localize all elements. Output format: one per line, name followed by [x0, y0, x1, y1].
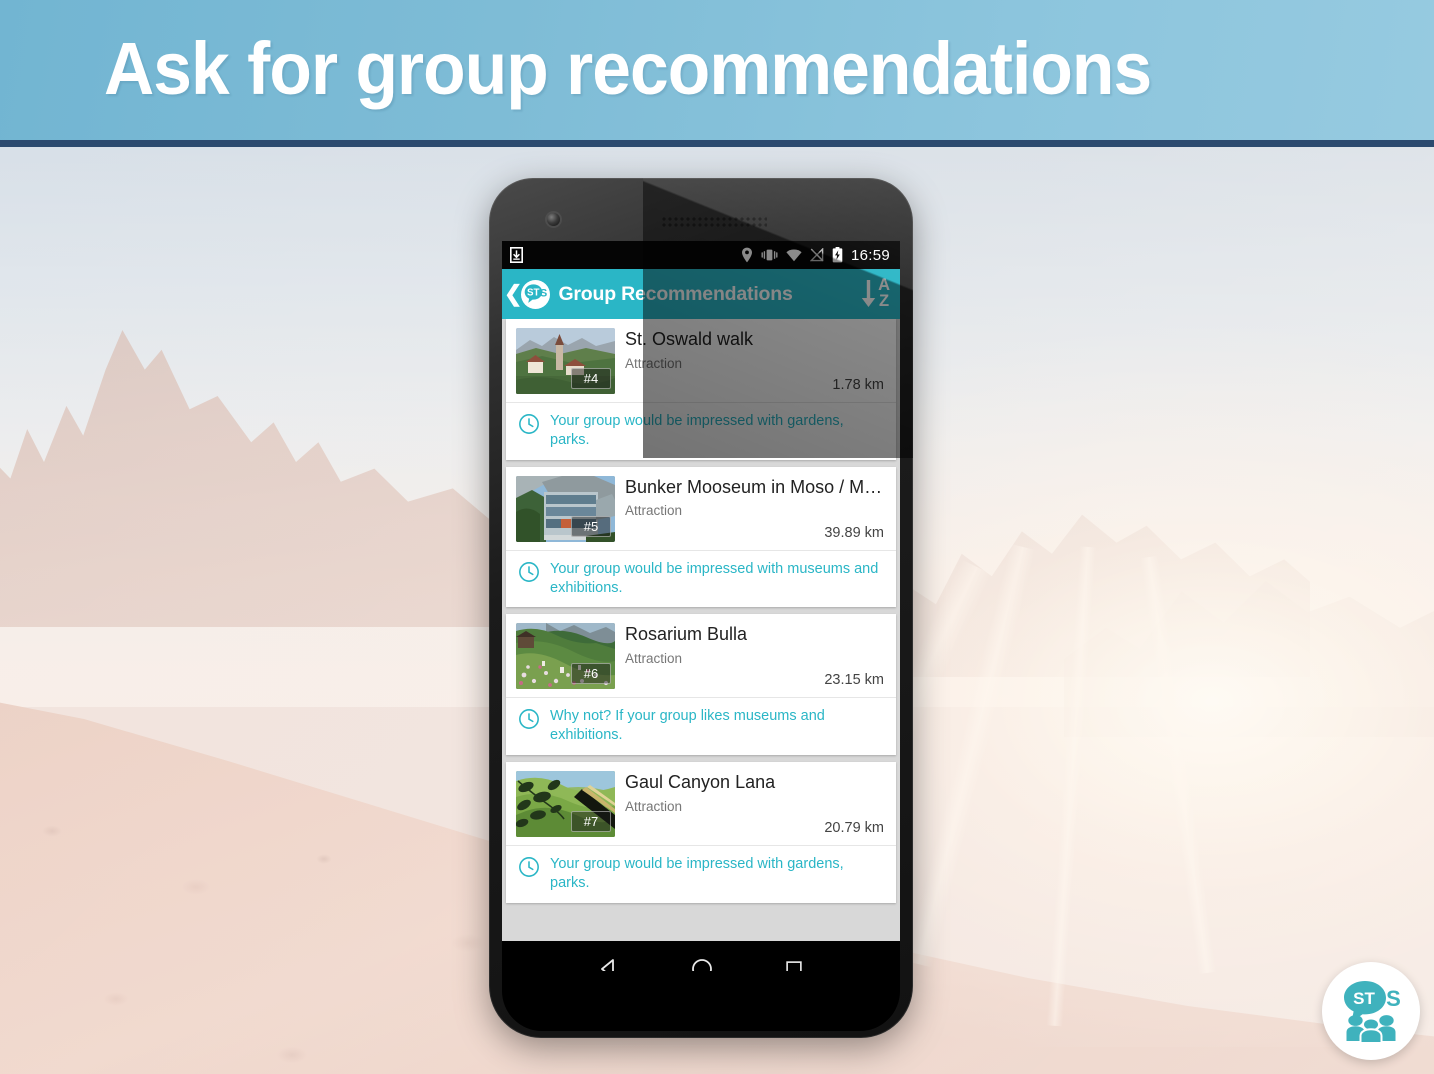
place-name: Bunker Mooseum in Moso / Mo… [625, 476, 886, 497]
sort-letters: A Z [878, 277, 890, 310]
page-title: Group Recommendations [558, 282, 793, 305]
rank-badge: #7 [571, 811, 611, 833]
list-item-main[interactable]: #4 St. Oswald walk Attraction 1.78 km [506, 319, 896, 402]
note-text: Your group would be impressed with garde… [550, 856, 844, 891]
sts-watermark-logo: ST S [1322, 962, 1420, 1060]
recents-square-icon[interactable] [783, 958, 805, 971]
banner-title: Ask for group recommendations [104, 27, 1152, 110]
note-text: Why not? If your group likes museums and… [550, 708, 825, 744]
list-item-main[interactable]: #6 Rosarium Bulla Attraction 23.15 km [506, 614, 896, 697]
svg-text:ST: ST [1353, 989, 1375, 1008]
green-forest-canopy-photo: #7 [516, 771, 615, 838]
battery-charging-icon [832, 247, 843, 263]
list-item-text: St. Oswald walk Attraction 1.78 km [615, 328, 886, 394]
status-bar-system-icons: 16:59 [741, 247, 890, 264]
signal-off-icon [809, 247, 824, 262]
back-button[interactable]: ❮ [504, 283, 522, 305]
earpiece-speaker [661, 216, 767, 228]
vibrate-icon [761, 248, 778, 262]
recommendation-note: Your group would be impressed with garde… [506, 402, 896, 460]
android-status-bar: 16:59 [502, 241, 900, 269]
note-text: Your group would be impressed with garde… [550, 413, 844, 448]
place-distance: 1.78 km [832, 377, 884, 393]
place-category: Attraction [625, 503, 683, 519]
banner-divider [0, 140, 1434, 147]
village-church-mountains-photo: #4 [516, 328, 615, 394]
phone-bottom-bezel [502, 971, 900, 1031]
place-category: Attraction [625, 798, 683, 814]
list-item[interactable]: #5 Bunker Mooseum in Moso / Mo… Attracti… [506, 466, 896, 608]
wifi-icon [786, 249, 802, 262]
rank-badge: #4 [571, 368, 611, 389]
recommendation-note: Your group would be impressed with garde… [506, 845, 896, 903]
front-camera-icon [547, 213, 560, 226]
app-bar: ❮ ST S Group Recommendations A Z [502, 269, 900, 319]
place-category: Attraction [625, 651, 683, 667]
clock-icon [518, 561, 540, 588]
home-circle-icon[interactable] [690, 957, 714, 971]
location-pin-icon [741, 247, 753, 263]
arrow-down-icon [860, 278, 877, 310]
android-navigation-bar [502, 941, 900, 971]
place-name: St. Oswald walk [625, 329, 754, 349]
svg-text:ST: ST [527, 287, 540, 298]
note-text: Your group would be impressed with museu… [550, 560, 879, 596]
place-name: Gaul Canyon Lana [625, 772, 776, 793]
place-distance: 20.79 km [824, 820, 884, 837]
status-bar-notifications [510, 247, 523, 263]
list-item[interactable]: #6 Rosarium Bulla Attraction 23.15 km Wh… [506, 614, 896, 756]
download-icon [510, 247, 523, 263]
recommendation-note: Why not? If your group likes museums and… [506, 697, 896, 755]
rank-badge: #5 [571, 515, 611, 537]
rank-badge: #6 [571, 663, 611, 685]
list-item[interactable]: #4 St. Oswald walk Attraction 1.78 km Yo… [506, 319, 896, 460]
recommendation-list[interactable]: #4 St. Oswald walk Attraction 1.78 km Yo… [502, 319, 900, 941]
place-distance: 23.15 km [824, 672, 884, 689]
place-distance: 39.89 km [824, 524, 884, 541]
list-item-text: Bunker Mooseum in Moso / Mo… Attraction … [615, 476, 886, 542]
svg-text:S: S [1386, 986, 1401, 1011]
clock-icon [518, 413, 540, 440]
recommendation-note: Your group would be impressed with museu… [506, 549, 896, 608]
list-item-text: Gaul Canyon Lana Attraction 20.79 km [615, 771, 886, 837]
clock-icon [518, 856, 540, 883]
list-item-text: Rosarium Bulla Attraction 23.15 km [615, 623, 886, 689]
place-name: Rosarium Bulla [625, 624, 748, 645]
list-item-main[interactable]: #5 Bunker Mooseum in Moso / Mo… Attracti… [506, 467, 896, 550]
sort-az-button[interactable]: A Z [860, 277, 894, 310]
flower-garden-hillside-photo: #6 [516, 623, 615, 690]
sts-logo-icon: ST S [521, 279, 551, 309]
sort-letter-z: Z [878, 292, 890, 310]
list-item[interactable]: #7 Gaul Canyon Lana Attraction 20.79 km … [506, 762, 896, 903]
screenshot-root: Ask for group recommendations 16:59 ❮ ST… [0, 0, 1434, 1074]
promo-banner: Ask for group recommendations [0, 0, 1434, 140]
list-item-main[interactable]: #7 Gaul Canyon Lana Attraction 20.79 km [506, 762, 896, 845]
svg-text:S: S [540, 287, 547, 299]
status-bar-clock: 16:59 [850, 246, 890, 264]
clock-icon [518, 708, 540, 735]
back-triangle-icon[interactable] [597, 957, 621, 971]
place-category: Attraction [625, 355, 683, 371]
phone-screen: 16:59 ❮ ST S Group Recommendations A Z #… [502, 241, 900, 971]
modern-glass-building-photo: #5 [516, 475, 615, 542]
phone-mockup: 16:59 ❮ ST S Group Recommendations A Z #… [489, 178, 913, 1038]
